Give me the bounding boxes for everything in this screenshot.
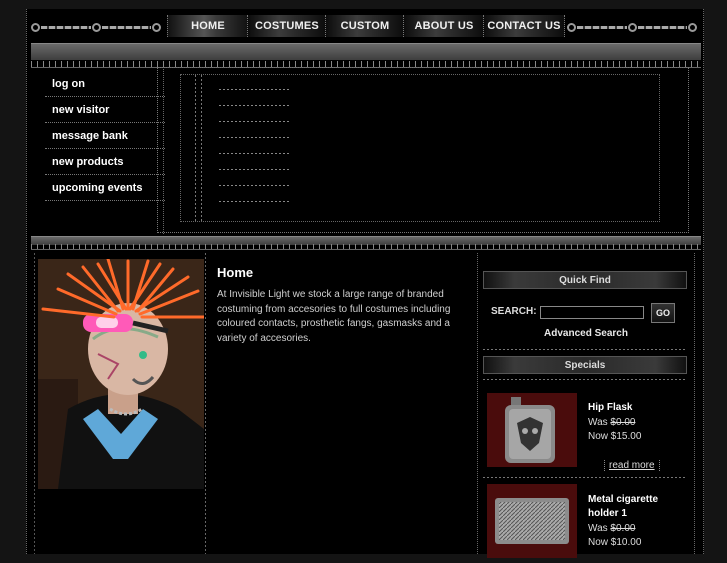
- page-title: Home: [217, 265, 254, 280]
- sidebar-item-upcoming-events[interactable]: upcoming events: [45, 175, 165, 201]
- header-bar: [31, 43, 701, 60]
- tab-contact-us[interactable]: CONTACT US: [483, 15, 565, 37]
- sidebar-item-message-bank[interactable]: message bank: [45, 123, 165, 149]
- hip-flask-image[interactable]: [487, 393, 577, 467]
- sidebar: log on new visitor message bank new prod…: [31, 69, 165, 234]
- search-go-button[interactable]: GO: [651, 303, 675, 323]
- sidebar-item-new-visitor[interactable]: new visitor: [45, 97, 165, 123]
- page-frame: HOME COSTUMES CUSTOM ABOUT US CONTACT US…: [26, 9, 705, 558]
- featured-photo: [38, 259, 204, 489]
- advanced-search-link[interactable]: Advanced Search: [478, 328, 694, 339]
- product-was-price: Was $0.00: [588, 523, 636, 534]
- right-column: Quick Find SEARCH: GO Advanced Search Sp…: [477, 253, 695, 558]
- chain-decoration-left: [31, 13, 161, 41]
- quick-find-header: Quick Find: [483, 271, 687, 289]
- search-label: SEARCH:: [491, 306, 537, 317]
- top-nav: HOME COSTUMES CUSTOM ABOUT US CONTACT US: [27, 13, 705, 41]
- product-name[interactable]: Metal cigarette holder 1: [588, 493, 688, 521]
- product-was-price: Was $0.00: [588, 417, 636, 428]
- sidebar-item-log-on[interactable]: log on: [45, 71, 165, 97]
- product-now-price: Now $15.00: [588, 431, 642, 442]
- tab-custom[interactable]: CUSTOM: [325, 15, 405, 37]
- search-input[interactable]: [540, 306, 644, 319]
- intro-text: At Invisible Light we stock a large rang…: [217, 289, 451, 344]
- tab-home[interactable]: HOME: [167, 15, 249, 37]
- punk-portrait-image: [38, 259, 204, 489]
- tab-about-us[interactable]: ABOUT US: [403, 15, 485, 37]
- product-now-price: Now $10.00: [588, 537, 642, 548]
- banner-inner: [180, 74, 660, 222]
- banner-panel: [157, 67, 689, 233]
- content-dotted-divider: [31, 244, 701, 250]
- specials-header: Specials: [483, 356, 687, 374]
- cigarette-holder-image[interactable]: [487, 484, 577, 558]
- read-more-link[interactable]: read more: [604, 460, 660, 471]
- chain-decoration-right: [567, 13, 697, 41]
- sidebar-item-new-products[interactable]: new products: [45, 149, 165, 175]
- tab-costumes[interactable]: COSTUMES: [247, 15, 327, 37]
- product-name[interactable]: Hip Flask: [588, 401, 688, 415]
